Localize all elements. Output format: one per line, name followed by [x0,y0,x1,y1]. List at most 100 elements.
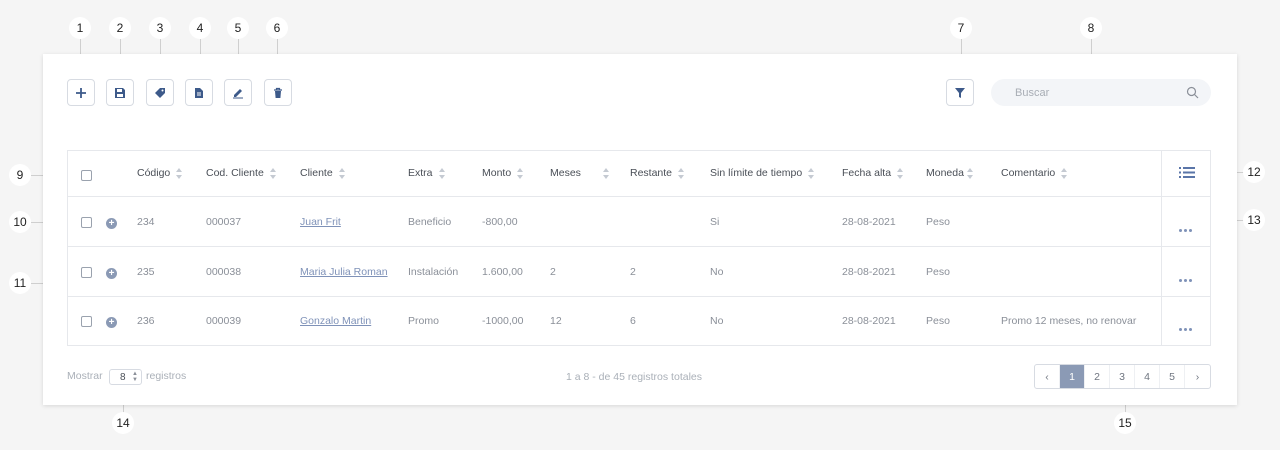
tag-button[interactable] [146,79,174,106]
callout-15: 15 [1114,412,1136,434]
prev-page-button[interactable]: ‹ [1035,365,1060,388]
row-checkbox[interactable] [81,217,92,228]
chevron-left-icon: ‹ [1045,370,1049,383]
callout-9: 9 [9,164,31,186]
column-header-moneda[interactable]: Moneda [926,167,973,179]
save-button[interactable] [106,79,134,106]
expand-row-icon[interactable]: + [106,268,117,279]
cell-monto: -1000,00 [482,315,524,327]
cell-moneda: Peso [926,315,950,327]
cell-moneda: Peso [926,266,950,278]
page-button-2[interactable]: 2 [1085,365,1110,388]
column-header-fecha-alta[interactable]: Fecha alta [842,167,904,179]
cell-cod-cliente: 000038 [206,266,242,278]
stepper-arrows-icon: ▲ ▼ [132,371,138,383]
cell-fecha-alta: 28-08-2021 [842,315,896,327]
document-icon [195,87,203,98]
column-header-extra[interactable]: Extra [408,167,445,179]
plus-icon [76,87,86,98]
cell-meses: 12 [550,315,562,327]
pagination: ‹ 1 2 3 4 5 › [1034,364,1211,389]
row-actions-icon[interactable] [1179,318,1195,331]
cell-sin-limite: No [710,315,724,327]
column-header-cliente[interactable]: Cliente [300,167,345,179]
page-button-4[interactable]: 4 [1135,365,1160,388]
cell-cliente-link[interactable]: Juan Frit [300,216,341,228]
search-input[interactable] [1015,79,1185,106]
cell-extra: Promo [408,315,439,327]
tag-icon [155,87,165,98]
callout-7: 7 [950,17,972,39]
cell-moneda: Peso [926,216,950,228]
row-checkbox[interactable] [81,267,92,278]
next-page-button[interactable]: › [1185,365,1210,388]
cell-extra: Beneficio [408,216,452,228]
callout-14: 14 [112,412,134,434]
page-button-3[interactable]: 3 [1110,365,1135,388]
cell-restante: 6 [630,315,636,327]
cell-codigo: 234 [137,216,155,228]
callout-3: 3 [149,17,171,39]
column-header-comentario[interactable]: Comentario [1001,167,1068,179]
callout-8: 8 [1080,17,1102,39]
search-icon[interactable] [1186,86,1199,99]
save-icon [115,87,125,98]
chevron-right-icon: › [1195,370,1200,383]
cell-comentario: Promo 12 meses, no renovar [1001,315,1137,327]
cell-cod-cliente: 000037 [206,216,242,228]
callout-5: 5 [227,17,249,39]
edit-button[interactable] [224,79,252,106]
callout-13: 13 [1243,209,1265,231]
expand-row-icon[interactable]: + [106,317,117,328]
row-actions-icon[interactable] [1179,219,1195,232]
cell-fecha-alta: 28-08-2021 [842,216,896,228]
cell-restante: 2 [630,266,636,278]
callout-4: 4 [189,17,211,39]
column-header-restante[interactable]: Restante [630,167,685,179]
column-header-sin-limite[interactable]: Sin límite de tiempo [710,167,815,179]
records-table: Código Cod. Cliente Cliente Extra Monto … [67,150,1211,346]
registros-label: registros [146,370,187,382]
cell-meses: 2 [550,266,556,278]
column-list-icon[interactable] [1179,166,1195,179]
row-actions-icon[interactable] [1179,269,1195,282]
cell-cod-cliente: 000039 [206,315,242,327]
expand-row-icon[interactable]: + [106,218,117,229]
cell-cliente-link[interactable]: Maria Julia Roman [300,266,388,278]
page-button-5[interactable]: 5 [1160,365,1185,388]
callout-2: 2 [109,17,131,39]
filter-icon [955,87,965,98]
cell-sin-limite: No [710,266,724,278]
column-header-codigo[interactable]: Código [137,167,183,179]
filter-button[interactable] [946,79,974,106]
cell-cliente-link[interactable]: Gonzalo Martin [300,315,371,327]
page-button-1[interactable]: 1 [1060,365,1085,388]
cell-monto: 1.600,00 [482,266,523,278]
column-header-monto[interactable]: Monto [482,167,524,179]
cell-codigo: 236 [137,315,155,327]
column-header-cod-cliente[interactable]: Cod. Cliente [206,167,276,179]
document-button[interactable] [185,79,213,106]
search-box [991,79,1211,106]
cell-codigo: 235 [137,266,155,278]
callout-12: 12 [1243,161,1265,183]
rows-per-page-value: 8 [120,372,126,383]
delete-button[interactable] [264,79,292,106]
edit-icon [233,88,243,98]
callout-1: 1 [69,17,91,39]
callout-6: 6 [266,17,288,39]
cell-extra: Instalación [408,266,459,278]
trash-icon [274,87,282,98]
cell-fecha-alta: 28-08-2021 [842,266,896,278]
row-checkbox[interactable] [81,316,92,327]
callout-10: 10 [9,211,31,233]
column-header-meses[interactable]: Meses [550,167,609,179]
rows-per-page-select[interactable]: 8 ▲ ▼ [109,369,142,385]
add-button[interactable] [67,79,95,106]
select-all-checkbox[interactable] [81,170,92,181]
cell-monto: -800,00 [482,216,518,228]
show-label: Mostrar [67,370,103,382]
records-summary: 1 a 8 - de 45 registros totales [566,371,702,383]
callout-11: 11 [9,272,31,294]
cell-sin-limite: Si [710,216,720,228]
